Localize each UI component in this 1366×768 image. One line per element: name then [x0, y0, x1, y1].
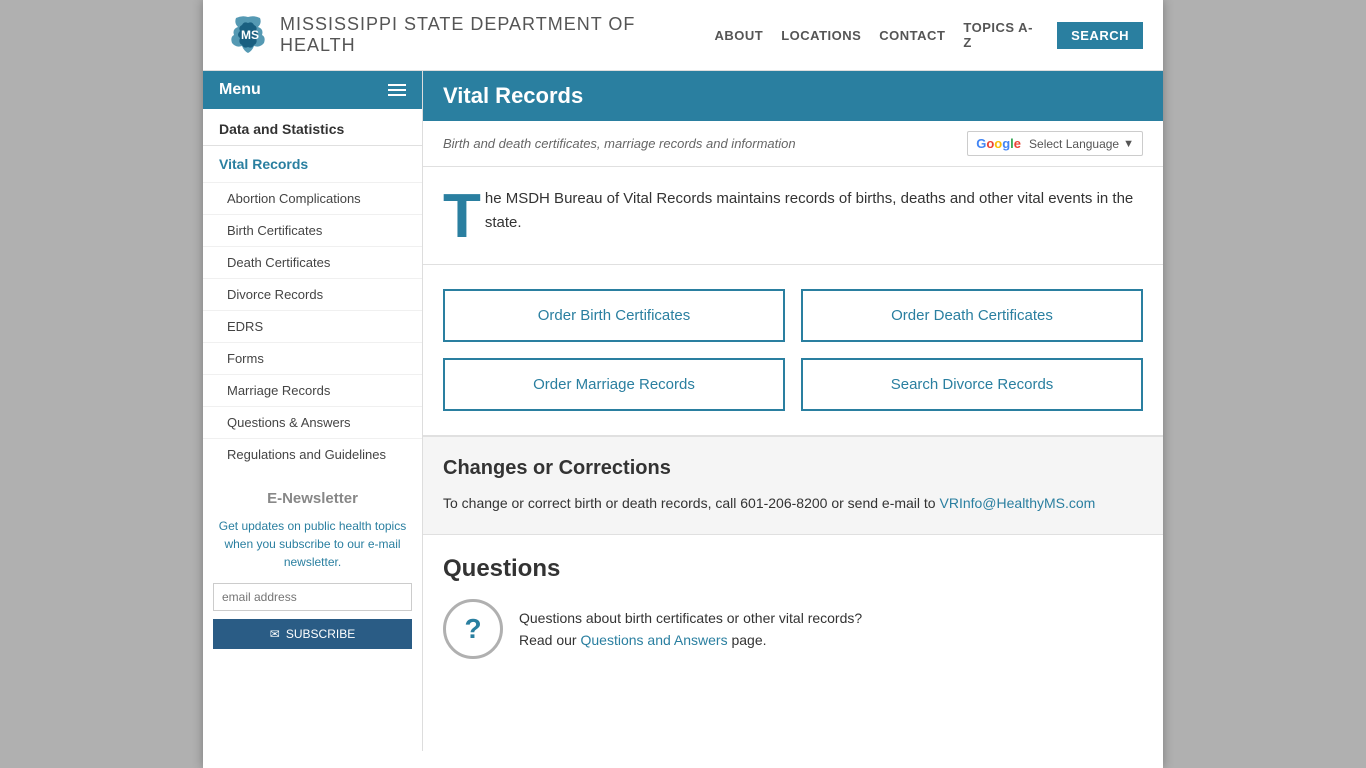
nav-about[interactable]: ABOUT [714, 28, 763, 43]
search-divorce-button[interactable]: Search Divorce Records [801, 358, 1143, 411]
main-layout: Menu Data and Statistics Vital Records A… [203, 71, 1163, 751]
question-mark-icon: ? [443, 599, 503, 659]
sidebar-item-divorce[interactable]: Divorce Records [203, 278, 422, 310]
sidebar-item-regulations[interactable]: Regulations and Guidelines [203, 438, 422, 470]
nav-locations[interactable]: LOCATIONS [781, 28, 861, 43]
sidebar-item-abortion[interactable]: Abortion Complications [203, 182, 422, 214]
sidebar-menu-header[interactable]: Menu [203, 71, 422, 109]
changes-title: Changes or Corrections [443, 457, 1143, 480]
google-g-icon: Google [976, 136, 1021, 151]
translate-chevron-icon: ▼ [1123, 138, 1134, 150]
changes-box: Changes or Corrections To change or corr… [423, 437, 1163, 535]
header-nav: ABOUT LOCATIONS CONTACT TOPICS A-Z SEARC… [714, 20, 1143, 50]
changes-email-link[interactable]: VRInfo@HealthyMS.com [940, 495, 1096, 511]
header-left: MS Mississippi State Department of Healt… [223, 10, 714, 60]
enewsletter-email-input[interactable] [213, 583, 412, 611]
hamburger-icon [388, 84, 406, 96]
site-header: MS Mississippi State Department of Healt… [203, 0, 1163, 71]
order-marriage-button[interactable]: Order Marriage Records [443, 358, 785, 411]
questions-text-end: page. [731, 632, 766, 648]
enewsletter-box: E-Newsletter Get updates on public healt… [213, 490, 412, 649]
sidebar-item-edrs[interactable]: EDRS [203, 310, 422, 342]
sidebar-item-forms[interactable]: Forms [203, 342, 422, 374]
questions-section: Questions ? Questions about birth certif… [423, 535, 1163, 679]
site-logo: MS [223, 10, 268, 60]
translate-label: Select Language [1029, 137, 1119, 151]
content-subtitle: Birth and death certificates, marriage r… [443, 136, 796, 151]
envelope-icon: ✉ [270, 627, 280, 641]
enewsletter-description: Get updates on public health topics when… [213, 517, 412, 571]
questions-answers-link[interactable]: Questions and Answers [580, 632, 727, 648]
sidebar-item-marriage[interactable]: Marriage Records [203, 374, 422, 406]
sidebar-item-death[interactable]: Death Certificates [203, 246, 422, 278]
intro-text-container: T he MSDH Bureau of Vital Records mainta… [443, 187, 1143, 244]
google-translate-widget[interactable]: Google Select Language ▼ [967, 131, 1143, 156]
sidebar-parent-vital-records[interactable]: Vital Records [203, 146, 422, 182]
enewsletter-subscribe-button[interactable]: ✉ SUBSCRIBE [213, 619, 412, 649]
nav-topics[interactable]: TOPICS A-Z [963, 20, 1039, 50]
svg-text:MS: MS [241, 28, 259, 42]
order-death-button[interactable]: Order Death Certificates [801, 289, 1143, 342]
intro-text: he MSDH Bureau of Vital Records maintain… [485, 187, 1143, 235]
sidebar-item-qa[interactable]: Questions & Answers [203, 406, 422, 438]
questions-text: Questions about birth certificates or ot… [519, 607, 862, 652]
sidebar: Menu Data and Statistics Vital Records A… [203, 71, 423, 751]
enewsletter-title: E-Newsletter [213, 490, 412, 507]
content-page-title: Vital Records [423, 71, 1163, 121]
search-button[interactable]: SEARCH [1057, 22, 1143, 49]
action-buttons-grid: Order Birth Certificates Order Death Cer… [423, 265, 1163, 437]
content-area: Vital Records Birth and death certificat… [423, 71, 1163, 751]
questions-row: ? Questions about birth certificates or … [443, 599, 1143, 659]
sidebar-item-birth[interactable]: Birth Certificates [203, 214, 422, 246]
nav-contact[interactable]: CONTACT [879, 28, 945, 43]
sidebar-section-title: Data and Statistics [203, 109, 422, 146]
menu-label: Menu [219, 81, 261, 99]
drop-cap: T [443, 187, 481, 244]
header-title: Mississippi State Department of Health [280, 14, 714, 56]
changes-text: To change or correct birth or death reco… [443, 492, 1143, 514]
order-birth-button[interactable]: Order Birth Certificates [443, 289, 785, 342]
content-subtitle-bar: Birth and death certificates, marriage r… [423, 121, 1163, 167]
questions-title: Questions [443, 555, 1143, 583]
changes-description: To change or correct birth or death reco… [443, 495, 936, 511]
subscribe-label: SUBSCRIBE [286, 627, 355, 641]
logo-icon: MS [223, 10, 268, 60]
intro-box: T he MSDH Bureau of Vital Records mainta… [423, 167, 1163, 265]
